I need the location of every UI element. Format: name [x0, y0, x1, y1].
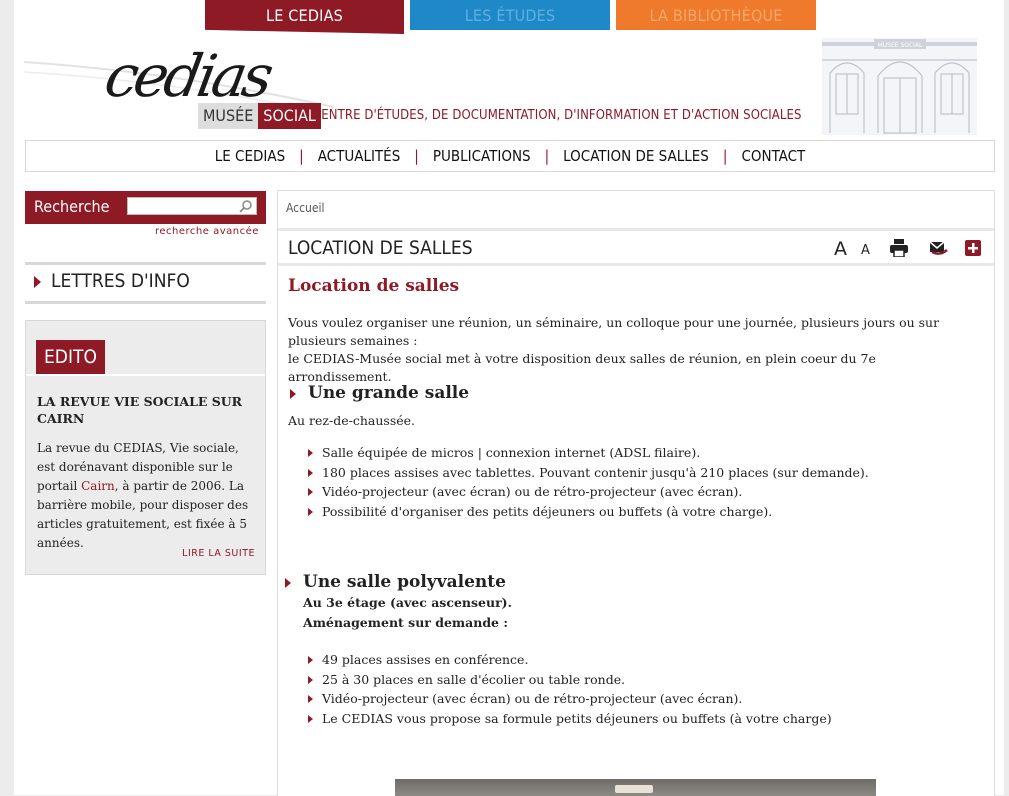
read-more-link[interactable]: LIRE LA SUITE	[182, 548, 255, 559]
edito-body: La revue du CEDIAS, Vie sociale, est dor…	[37, 439, 257, 553]
site-tagline: CENTRE D'ÉTUDES, DE DOCUMENTATION, D'INF…	[313, 108, 802, 123]
room1-features: Salle équipée de micros | connexion inte…	[306, 443, 869, 521]
divider	[26, 374, 265, 376]
email-icon[interactable]	[928, 240, 948, 260]
search-icon[interactable]	[239, 199, 253, 213]
tab-la-bibliotheque[interactable]: LA BIBLIOTHÈQUE	[616, 0, 816, 30]
site-logo[interactable]: cedias	[100, 42, 275, 110]
divider	[278, 263, 994, 266]
room-photo	[395, 779, 876, 796]
nav-le-cedias[interactable]: LE CEDIAS	[201, 141, 299, 171]
arrow-right-icon	[34, 276, 41, 288]
list-item: Le CEDIAS vous propose sa formule petits…	[306, 709, 832, 729]
main-nav: LE CEDIAS | ACTUALITÉS | PUBLICATIONS | LOCATI…	[25, 140, 995, 172]
cairn-link[interactable]: Cairn	[81, 479, 115, 493]
list-item: 25 à 30 places en salle d'écolier ou tab…	[306, 670, 832, 690]
intro-paragraph: Vous voulez organiser une réunion, un sé…	[288, 315, 940, 348]
room1-location: Au rez-de-chaussée.	[288, 413, 416, 428]
nav-publications[interactable]: PUBLICATIONS	[419, 141, 545, 171]
room2-location: Au 3e étage (avec ascenseur).	[303, 595, 512, 610]
intro-paragraph: le CEDIAS-Musée social met à votre dispo…	[288, 351, 876, 384]
ceiling-light	[615, 785, 653, 793]
edito-badge: EDITO	[36, 340, 105, 374]
page-title: LOCATION DE SALLES	[288, 237, 473, 259]
social-label: SOCIAL	[258, 103, 321, 129]
list-item: Vidéo-projecteur (avec écran) ou de rétr…	[306, 689, 832, 709]
room2-features: 49 places assises en conférence. 25 à 30…	[306, 650, 832, 728]
tab-le-cedias[interactable]: LE CEDIAS	[205, 0, 404, 34]
building-sign: MUSÉE SOCIAL	[878, 41, 923, 49]
section-heading-grande-salle: Une grande salle	[290, 383, 470, 403]
tab-les-etudes[interactable]: LES ÉTUDES	[410, 0, 610, 30]
arrow-right-icon	[290, 389, 296, 399]
breadcrumb[interactable]: Accueil	[286, 201, 325, 215]
search-input[interactable]	[127, 197, 257, 215]
advanced-search-link[interactable]: recherche avancée	[155, 226, 259, 237]
edito-box: EDITO LA REVUE VIE SOCIALE SUR CAIRN La …	[25, 320, 266, 575]
search-box: Recherche	[25, 191, 266, 224]
plus-icon[interactable]	[965, 240, 981, 260]
intro-text: Vous voulez organiser une réunion, un sé…	[288, 314, 978, 386]
section-heading-salle-polyvalente: Une salle polyvalente	[285, 572, 506, 592]
musee-label: MUSÉE	[198, 103, 259, 129]
main-content: Accueil LOCATION DE SALLES A A Location …	[277, 190, 995, 796]
font-smaller-button[interactable]: A	[861, 243, 870, 258]
musee-social-logo: MUSÉE SOCIAL	[198, 103, 321, 129]
list-item: 49 places assises en conférence.	[306, 650, 832, 670]
edito-title: LA REVUE VIE SOCIALE SUR CAIRN	[37, 394, 243, 426]
nav-contact[interactable]: CONTACT	[727, 141, 819, 171]
building-illustration: MUSÉE SOCIAL	[822, 38, 977, 135]
nav-location-de-salles[interactable]: LOCATION DE SALLES	[549, 141, 723, 171]
list-item: Possibilité d'organiser des petits déjeu…	[306, 502, 869, 522]
nav-actualites[interactable]: ACTUALITÉS	[304, 141, 415, 171]
arrow-right-icon	[285, 578, 291, 588]
section-title: Une grande salle	[308, 383, 470, 403]
section-title: Une salle polyvalente	[303, 572, 506, 592]
print-icon[interactable]	[889, 239, 909, 261]
font-larger-button[interactable]: A	[834, 238, 847, 260]
newsletter-label: LETTRES D'INFO	[51, 270, 190, 292]
search-label: Recherche	[34, 197, 110, 216]
content-heading: Location de salles	[288, 276, 460, 296]
list-item: 180 places assises avec tablettes. Pouva…	[306, 463, 869, 483]
list-item: Vidéo-projecteur (avec écran) ou de rétr…	[306, 482, 869, 502]
room2-arrangement: Aménagement sur demande :	[303, 615, 508, 630]
divider	[278, 228, 994, 231]
list-item: Salle équipée de micros | connexion inte…	[306, 443, 869, 463]
newsletter-link[interactable]: LETTRES D'INFO	[25, 262, 266, 304]
